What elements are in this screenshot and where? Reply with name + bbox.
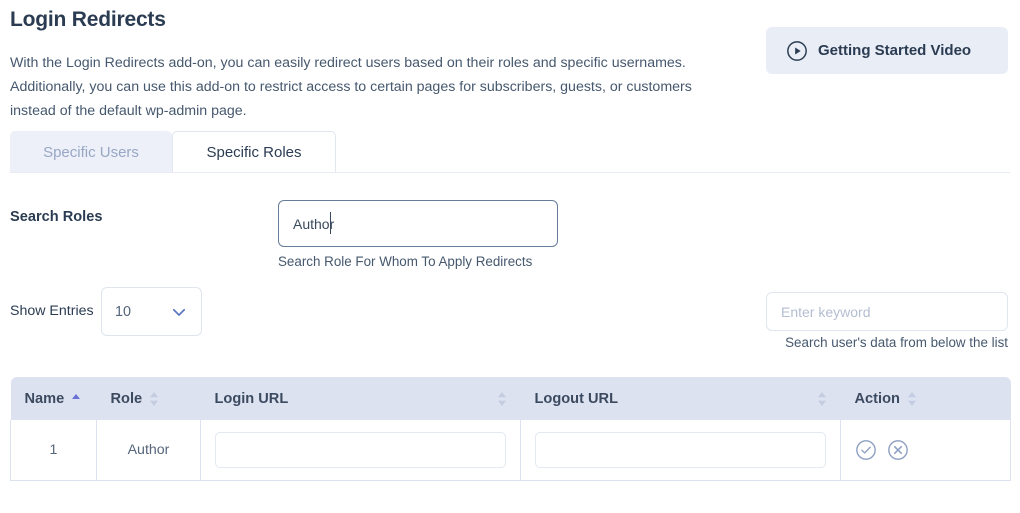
tab-divider bbox=[10, 172, 1010, 173]
tab-specific-users-label: Specific Users bbox=[43, 144, 139, 161]
show-entries-label: Show Entries bbox=[10, 303, 94, 319]
redirects-table: Name Role Login URL Logout URL Action 1 … bbox=[10, 377, 1011, 481]
search-roles-hint: Search Role For Whom To Apply Redirects bbox=[278, 254, 533, 269]
getting-started-video-button[interactable]: Getting Started Video bbox=[766, 27, 1008, 74]
tab-list: Specific Users Specific Roles bbox=[10, 131, 336, 173]
show-entries-value: 10 bbox=[115, 303, 132, 320]
tab-specific-roles[interactable]: Specific Roles bbox=[172, 131, 336, 173]
row-actions bbox=[855, 439, 996, 461]
show-entries-select[interactable]: 10 bbox=[101, 287, 202, 336]
sort-ascending-icon bbox=[72, 393, 81, 399]
page-description: With the Login Redirects add-on, you can… bbox=[10, 55, 692, 119]
sort-none-icon bbox=[150, 391, 159, 406]
close-circle-icon[interactable] bbox=[887, 439, 909, 461]
column-header-action[interactable]: Action bbox=[840, 377, 1011, 420]
tab-specific-users[interactable]: Specific Users bbox=[10, 131, 172, 173]
play-circle-icon bbox=[787, 40, 807, 61]
sort-none-icon bbox=[497, 391, 506, 406]
table-header-row: Name Role Login URL Logout URL Action bbox=[10, 377, 1011, 420]
column-header-name[interactable]: Name bbox=[10, 377, 97, 420]
cell-action bbox=[840, 420, 1011, 481]
getting-started-video-label: Getting Started Video bbox=[818, 42, 972, 59]
column-header-login-url-label: Login URL bbox=[214, 390, 289, 407]
logout-url-input[interactable] bbox=[535, 431, 826, 468]
table-body: 1 Author bbox=[10, 420, 1011, 481]
cell-role: Author bbox=[96, 420, 201, 481]
page-title: Login Redirects bbox=[10, 8, 166, 31]
keyword-search-input[interactable] bbox=[766, 292, 1008, 331]
table-row: 1 Author bbox=[10, 420, 1011, 481]
text-cursor bbox=[330, 212, 331, 234]
cell-name: 1 bbox=[10, 420, 97, 481]
cell-login-url bbox=[200, 420, 521, 481]
chevron-down-icon bbox=[172, 308, 186, 316]
column-header-role[interactable]: Role bbox=[96, 377, 201, 420]
table-header: Name Role Login URL Logout URL Action bbox=[10, 377, 1011, 420]
column-header-name-label: Name bbox=[24, 390, 65, 407]
column-header-login-url[interactable]: Login URL bbox=[200, 377, 521, 420]
login-redirects-page: Login Redirects With the Login Redirects… bbox=[0, 0, 1020, 513]
tab-specific-roles-label: Specific Roles bbox=[206, 144, 302, 161]
column-header-action-label: Action bbox=[854, 390, 900, 407]
check-circle-icon[interactable] bbox=[855, 439, 877, 461]
column-header-role-label: Role bbox=[110, 390, 143, 407]
cell-logout-url bbox=[520, 420, 841, 481]
search-roles-input[interactable] bbox=[278, 200, 558, 247]
column-header-logout-url-label: Logout URL bbox=[534, 390, 618, 407]
column-header-logout-url[interactable]: Logout URL bbox=[520, 377, 841, 420]
sort-none-icon bbox=[817, 391, 826, 406]
search-roles-label: Search Roles bbox=[10, 209, 103, 225]
sort-none-icon bbox=[907, 391, 916, 406]
login-url-input[interactable] bbox=[215, 431, 506, 468]
keyword-search-hint: Search user's data from below the list bbox=[785, 335, 1008, 350]
